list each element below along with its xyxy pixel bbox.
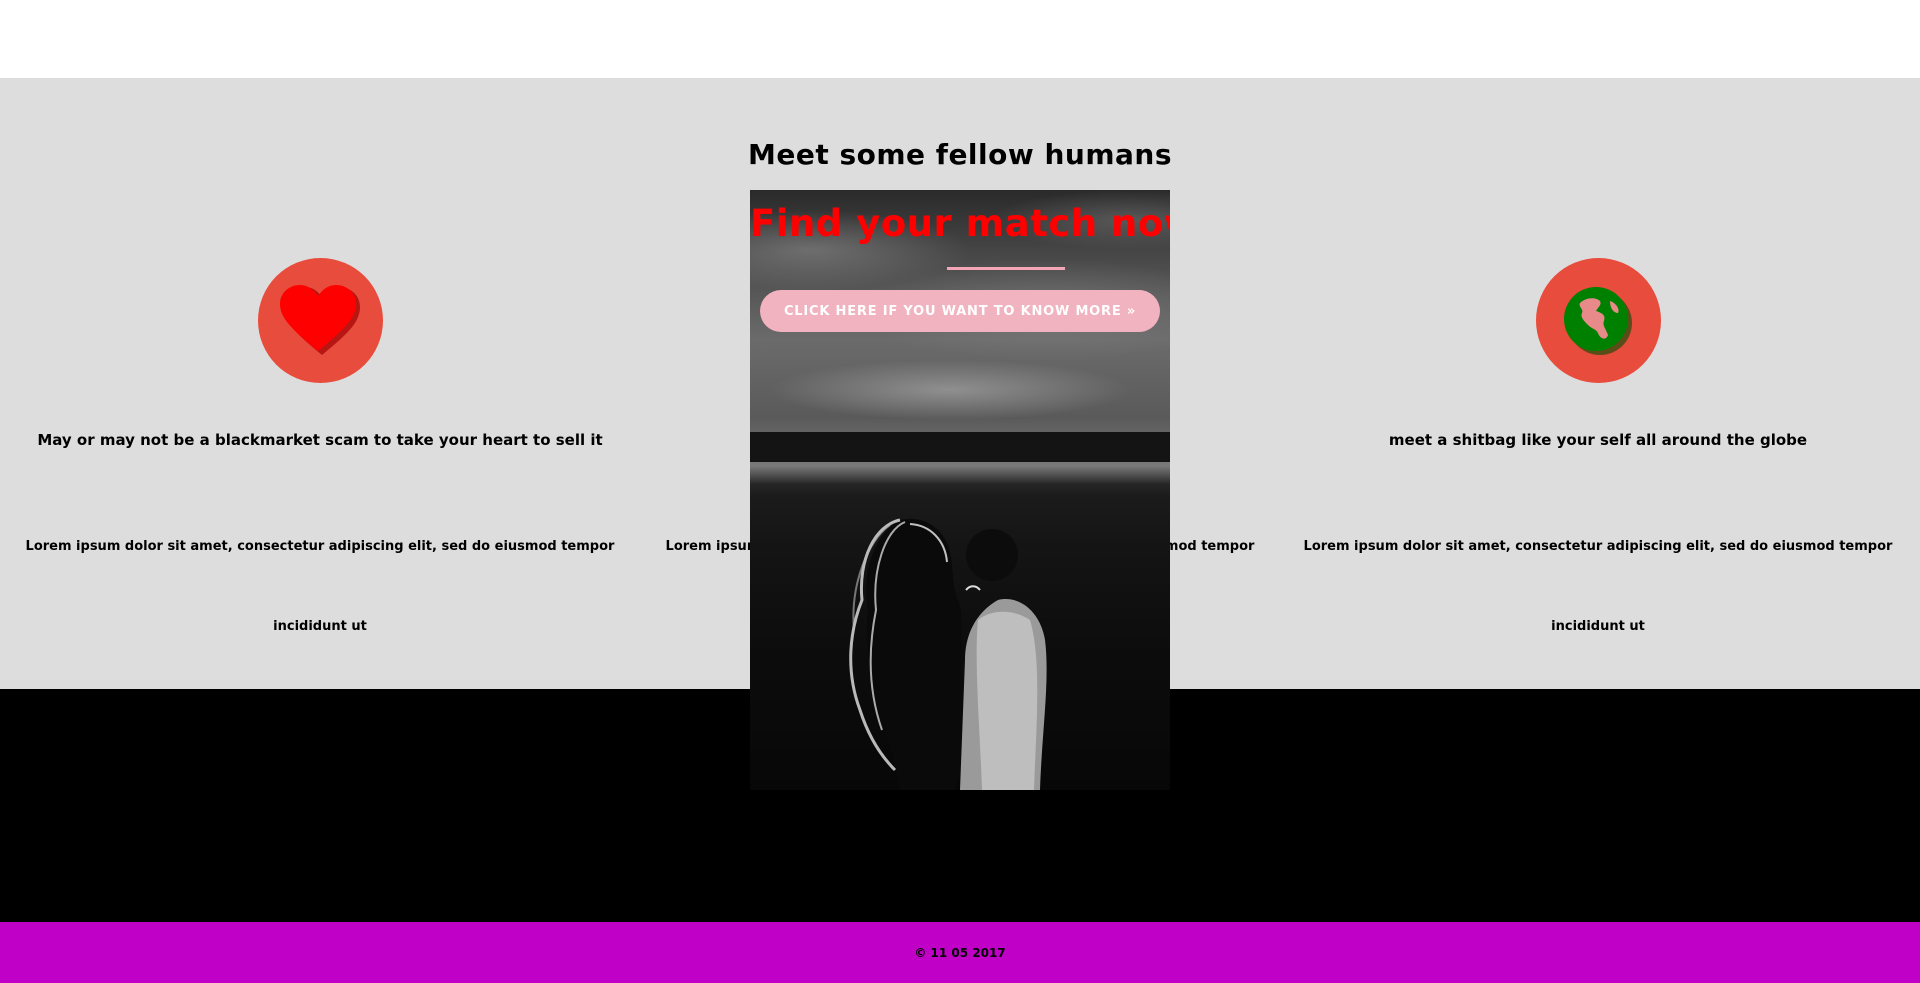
know-more-button[interactable]: CLICK HERE IF YOU WANT TO KNOW MORE » [760,290,1160,332]
heart-icon [280,284,360,355]
promo-divider [947,267,1065,270]
section-heading: Meet some fellow humans [747,138,1173,171]
copyright-text: © 11 05 2017 [914,945,1006,960]
promo-card: Find your match now! CLICK HERE IF YOU W… [750,190,1170,790]
feature-card-heart: May or may not be a blackmarket scam to … [20,258,620,747]
heart-icon-circle [257,258,383,383]
top-bar [0,0,1920,78]
feature-card-globe: meet a shitbag like your self all around… [1298,258,1898,747]
globe-icon-circle [1535,258,1661,383]
feature-title: meet a shitbag like your self all around… [1388,431,1808,449]
feature-title: May or may not be a blackmarket scam to … [37,431,603,449]
globe-icon [1564,286,1632,355]
feature-description-line: Lorem ipsum dolor sit amet, consectetur … [25,539,615,634]
promo-title: Find your match now! [750,202,1170,245]
feature-description-line: Lorem ipsum dolor sit amet, consectetur … [1303,539,1893,634]
couple-photo [849,518,1047,790]
footer: © 11 05 2017 [0,922,1920,983]
